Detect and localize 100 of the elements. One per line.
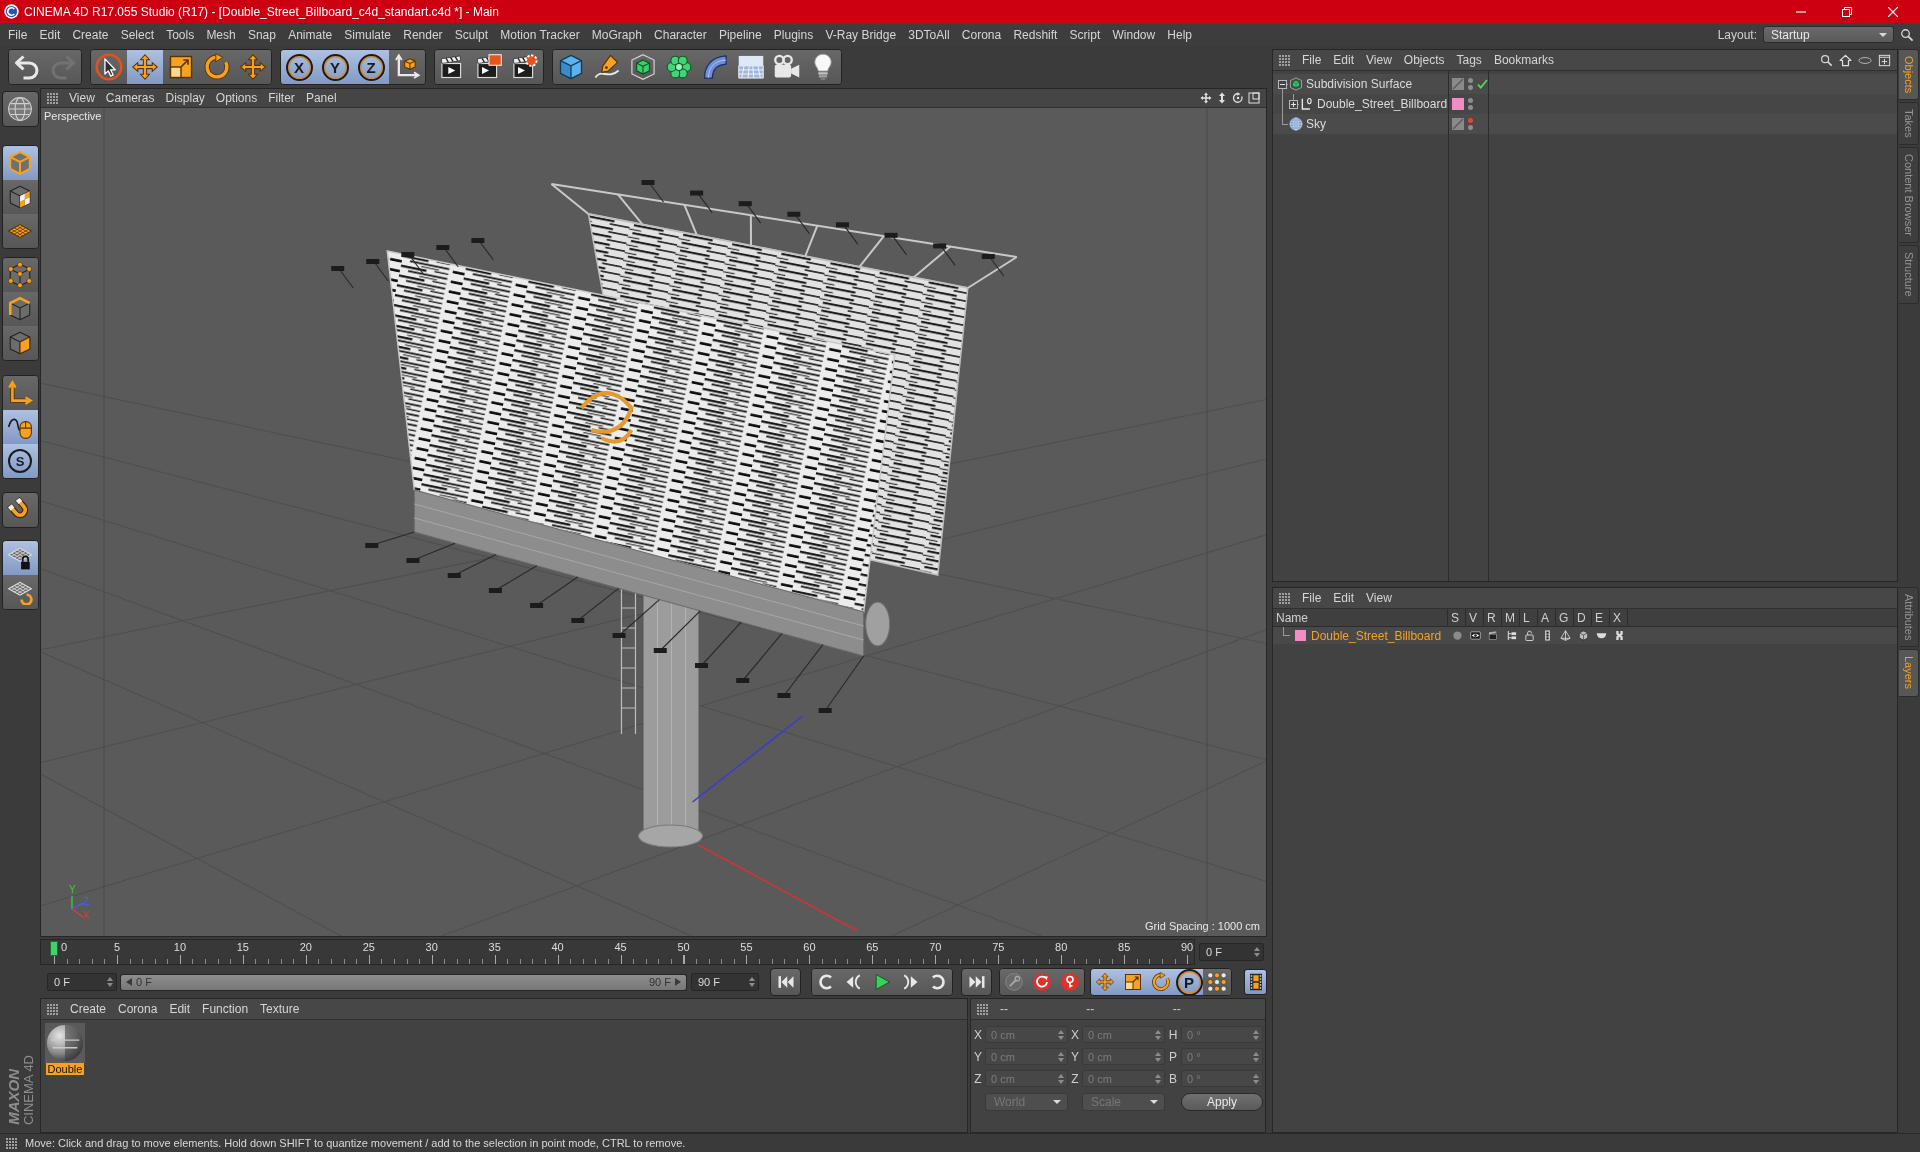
column-header[interactable]: S [1448,609,1466,626]
move-view-icon[interactable] [1200,92,1212,104]
end-frame-field[interactable]: 90 F [691,973,759,991]
spinner-icon[interactable] [1155,1029,1161,1040]
visibility-dot-icon[interactable] [1468,78,1473,83]
visibility-dot-icon[interactable] [1468,98,1473,103]
menu-item[interactable]: View [69,91,95,105]
panel-grip-icon[interactable] [47,1003,58,1015]
column-header[interactable]: R [1484,609,1502,626]
point-level-button[interactable] [1203,969,1231,995]
material-preview[interactable] [44,1023,86,1063]
spinner-icon[interactable] [107,977,113,987]
menu-item[interactable]: View [1366,53,1392,67]
spinner-icon[interactable] [1155,1073,1161,1084]
tweak-button[interactable] [2,410,38,444]
visibility-dot-icon[interactable] [1468,85,1473,90]
panel-grip-icon[interactable] [1279,54,1290,66]
menu-item[interactable]: Bookmarks [1493,53,1554,67]
light-button[interactable] [805,50,841,84]
layout-dropdown[interactable]: Startup [1763,26,1894,43]
spinner-icon[interactable] [1253,1051,1259,1062]
menu-item[interactable]: Render [403,27,443,42]
check-icon[interactable] [1477,79,1488,89]
move-button[interactable] [127,50,163,84]
live-selection-button[interactable] [91,50,127,84]
right-triangle-icon[interactable] [675,978,681,986]
object-row[interactable]: Double_Street_Billboard [1273,94,1897,114]
undo-button[interactable] [9,50,45,84]
column-header[interactable]: D [1574,609,1592,626]
spinner-icon[interactable] [1155,1051,1161,1062]
new-panel-icon[interactable] [1878,53,1891,67]
parameter-button[interactable]: P [1175,969,1203,995]
menu-item[interactable]: Script [1069,27,1101,42]
menu-item[interactable]: Edit [1333,53,1355,67]
axis-lock-button[interactable]: Y [317,50,353,84]
menu-item[interactable]: Panel [305,91,337,105]
ellipse-icon[interactable] [1858,56,1872,64]
solo-button[interactable]: S [2,444,38,478]
menu-item[interactable]: Plugins [773,27,814,42]
expand-icon[interactable] [1289,99,1298,109]
home-icon[interactable] [1839,53,1852,67]
menu-item[interactable]: Redshift [1013,27,1058,42]
menu-item[interactable]: Help [1167,27,1193,42]
autokey-button[interactable] [1056,969,1084,995]
column-header[interactable]: M [1502,609,1520,626]
clapperboard-icon[interactable] [1487,630,1499,641]
lock-workplane-button[interactable] [2,541,38,575]
current-frame-field[interactable]: 0 F [1199,943,1264,961]
menu-item[interactable]: File [1302,591,1322,605]
spinner-icon[interactable] [1253,1073,1259,1084]
menu-item[interactable]: Select [120,27,154,42]
axis-lock-button[interactable]: X [281,50,317,84]
menu-item[interactable]: Options [215,91,258,105]
column-header[interactable]: X [1610,609,1628,626]
object-row[interactable]: Sky [1273,114,1897,134]
axis-lock-button[interactable]: Z [353,50,389,84]
menu-item[interactable]: Pipeline [718,27,762,42]
side-tab[interactable]: Content Browser [1899,147,1919,243]
layer-row[interactable]: Double_Street_Billboard [1273,627,1897,644]
menu-item[interactable]: Objects [1403,53,1445,67]
range-slider[interactable]: 0 F 90 F [120,973,687,991]
render-view-button[interactable] [435,50,471,84]
menu-item[interactable]: V-Ray Bridge [825,27,897,42]
render-settings-button[interactable] [507,50,543,84]
spinner-icon[interactable] [1254,947,1260,957]
panel-grip-icon[interactable] [47,92,58,104]
apply-button[interactable]: Apply [1181,1093,1263,1111]
layer-swatch-icon[interactable] [1452,98,1464,110]
left-triangle-icon[interactable] [126,978,132,986]
menu-item[interactable]: File [1302,53,1322,67]
playhead[interactable] [50,941,58,956]
column-header[interactable]: V [1466,609,1484,626]
model-button[interactable] [2,146,38,180]
menu-item[interactable]: Simulate [344,27,392,42]
previous-key-button[interactable] [812,969,840,995]
layer-swatch-icon[interactable] [1295,630,1306,641]
maximize-icon[interactable] [1248,92,1260,104]
menu-item[interactable]: Cameras [105,91,155,105]
menu-item[interactable]: Sculpt [454,27,489,42]
visibility-dot-icon[interactable] [1468,125,1473,130]
cup-icon[interactable] [1595,630,1607,641]
object-name[interactable]: Double_Street_Billboard [1317,97,1448,111]
side-tab[interactable]: Attributes [1899,587,1919,648]
panel-grip-icon[interactable] [977,1003,988,1015]
column-header[interactable]: G [1556,609,1574,626]
viewport-canvas[interactable]: Perspective Grid Spacing : 1000 cm Y Z X [41,108,1266,936]
material-name[interactable]: Double [45,1063,85,1075]
menu-item[interactable]: Edit [1333,591,1355,605]
panel-grip-icon[interactable] [6,1137,17,1149]
side-tab[interactable]: Objects [1899,49,1919,101]
menu-item[interactable]: Texture [260,1002,300,1016]
menu-item[interactable]: Character [654,27,707,42]
go-end-button[interactable] [961,968,992,996]
menu-item[interactable]: Tags [1456,53,1482,67]
menu-item[interactable]: Edit [39,27,61,42]
spinner-icon[interactable] [1058,1051,1064,1062]
menu-item[interactable]: Motion Tracker [500,27,580,42]
pyramid-icon[interactable] [1559,630,1571,641]
object-row[interactable]: Subdivision Surface [1273,74,1897,94]
menu-item[interactable]: Function [202,1002,249,1016]
